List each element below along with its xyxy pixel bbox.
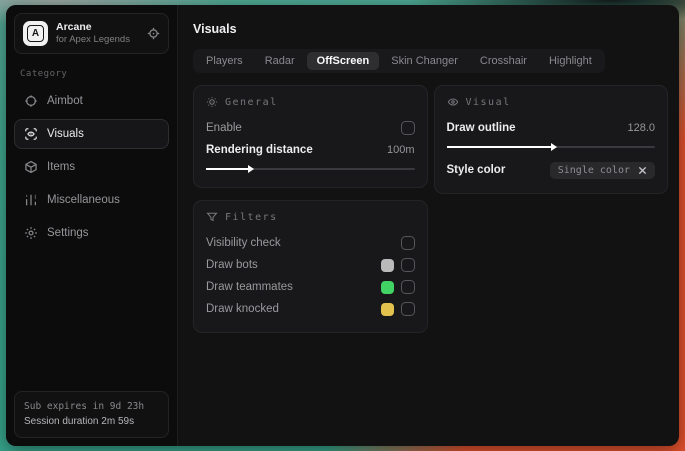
- visual-panel: Visual Draw outline 128.0 Style color Si…: [433, 85, 668, 194]
- draw-bots-controls: [380, 258, 415, 272]
- logo-letter: A: [27, 25, 44, 42]
- draw-teammates-controls: [380, 280, 415, 294]
- sidebar-item-settings[interactable]: Settings: [14, 218, 169, 248]
- desktop-background: A Arcane for Apex Legends Category Aimbo…: [0, 0, 685, 451]
- brand-card: A Arcane for Apex Legends: [14, 13, 169, 54]
- cube-icon: [24, 160, 38, 174]
- tab-offscreen[interactable]: OffScreen: [306, 52, 380, 70]
- draw-outline-label: Draw outline: [446, 122, 516, 134]
- tab-highlight[interactable]: Highlight: [539, 52, 602, 70]
- draw-knocked-controls: [380, 302, 415, 316]
- scan-eye-icon: [24, 127, 38, 141]
- style-color-row: Style color Single color: [446, 159, 655, 181]
- general-panel-title: General: [225, 96, 278, 108]
- visibility-check-row: Visibility check: [206, 232, 415, 254]
- left-column: General Enable Rendering distance 100m F…: [193, 85, 428, 333]
- general-panel-header: General: [206, 96, 415, 108]
- eye-icon: [447, 96, 459, 108]
- slider-fill: [206, 165, 254, 173]
- sub-expires-text: Sub expires in 9d 23h: [24, 400, 145, 412]
- enable-checkbox[interactable]: [400, 121, 415, 135]
- clear-icon[interactable]: [638, 166, 647, 175]
- rendering-distance-row: Rendering distance 100m: [206, 139, 415, 161]
- slider-fill: [446, 143, 558, 151]
- draw-teammates-checkbox[interactable]: [400, 280, 415, 294]
- visual-panel-title: Visual: [465, 96, 511, 108]
- draw-knocked-checkbox[interactable]: [400, 302, 415, 316]
- crosshair-icon: [24, 94, 38, 108]
- right-column: Visual Draw outline 128.0 Style color Si…: [433, 85, 668, 194]
- session-duration-text: Session duration 2m 59s: [24, 416, 135, 427]
- draw-knocked-color-swatch[interactable]: [380, 302, 394, 316]
- style-color-select[interactable]: Single color: [549, 161, 655, 179]
- sun-gear-icon: [206, 96, 218, 108]
- sidebar-item-label: Miscellaneous: [47, 194, 120, 206]
- main-content: Visuals Players Radar OffScreen Skin Cha…: [178, 5, 679, 446]
- draw-knocked-row: Draw knocked: [206, 298, 415, 320]
- app-logo: A: [23, 21, 48, 46]
- target-icon[interactable]: [147, 27, 160, 40]
- sidebar-item-aimbot[interactable]: Aimbot: [14, 86, 169, 116]
- bars-icon: [24, 193, 38, 207]
- draw-bots-checkbox[interactable]: [400, 258, 415, 272]
- rendering-distance-slider[interactable]: [206, 163, 415, 175]
- visual-panel-header: Visual: [447, 96, 656, 108]
- draw-teammates-label: Draw teammates: [206, 281, 293, 293]
- general-panel: General Enable Rendering distance 100m: [193, 85, 428, 188]
- sidebar-item-label: Aimbot: [47, 95, 83, 107]
- style-color-value: Single color: [557, 164, 630, 176]
- rendering-distance-label: Rendering distance: [206, 144, 313, 156]
- app-subtitle: for Apex Legends: [56, 34, 130, 46]
- session-card: Sub expires in 9d 23h Session duration 2…: [14, 390, 169, 438]
- app-name: Arcane: [56, 21, 92, 33]
- draw-teammates-color-swatch[interactable]: [380, 280, 394, 294]
- draw-outline-slider[interactable]: [446, 141, 655, 153]
- app-window: A Arcane for Apex Legends Category Aimbo…: [6, 5, 679, 446]
- visibility-check-checkbox[interactable]: [400, 236, 415, 250]
- sidebar-item-visuals[interactable]: Visuals: [14, 119, 169, 149]
- rendering-distance-value: 100m: [386, 144, 415, 156]
- draw-outline-value: 128.0: [627, 122, 655, 134]
- draw-teammates-row: Draw teammates: [206, 276, 415, 298]
- gear-icon: [24, 226, 38, 240]
- brand-text: Arcane for Apex Legends: [56, 21, 139, 46]
- draw-bots-label: Draw bots: [206, 259, 258, 271]
- tabbar: Players Radar OffScreen Skin Changer Cro…: [193, 49, 605, 73]
- sidebar-item-label: Items: [47, 161, 76, 173]
- panels-area: General Enable Rendering distance 100m F…: [193, 85, 668, 333]
- enable-label: Enable: [206, 122, 242, 134]
- sidebar-item-label: Visuals: [47, 128, 84, 140]
- funnel-icon: [206, 211, 218, 223]
- sidebar-item-miscellaneous[interactable]: Miscellaneous: [14, 185, 169, 215]
- sidebar: A Arcane for Apex Legends Category Aimbo…: [6, 5, 178, 446]
- category-label: Category: [20, 69, 68, 79]
- filters-panel: Filters Visibility check Draw bots Draw …: [193, 200, 428, 333]
- tab-radar[interactable]: Radar: [255, 52, 305, 70]
- tab-crosshair[interactable]: Crosshair: [470, 52, 537, 70]
- visibility-check-label: Visibility check: [206, 237, 281, 249]
- filters-panel-title: Filters: [225, 211, 278, 223]
- tab-players[interactable]: Players: [196, 52, 253, 70]
- sidebar-item-label: Settings: [47, 227, 89, 239]
- page-title: Visuals: [193, 22, 237, 36]
- enable-row: Enable: [206, 117, 415, 139]
- draw-bots-row: Draw bots: [206, 254, 415, 276]
- tab-skin-changer[interactable]: Skin Changer: [381, 52, 468, 70]
- draw-bots-color-swatch[interactable]: [380, 258, 394, 272]
- draw-outline-row: Draw outline 128.0: [447, 117, 656, 139]
- sidebar-item-items[interactable]: Items: [14, 152, 169, 182]
- filters-panel-header: Filters: [206, 211, 415, 223]
- draw-knocked-label: Draw knocked: [206, 303, 279, 315]
- style-color-label: Style color: [446, 164, 506, 176]
